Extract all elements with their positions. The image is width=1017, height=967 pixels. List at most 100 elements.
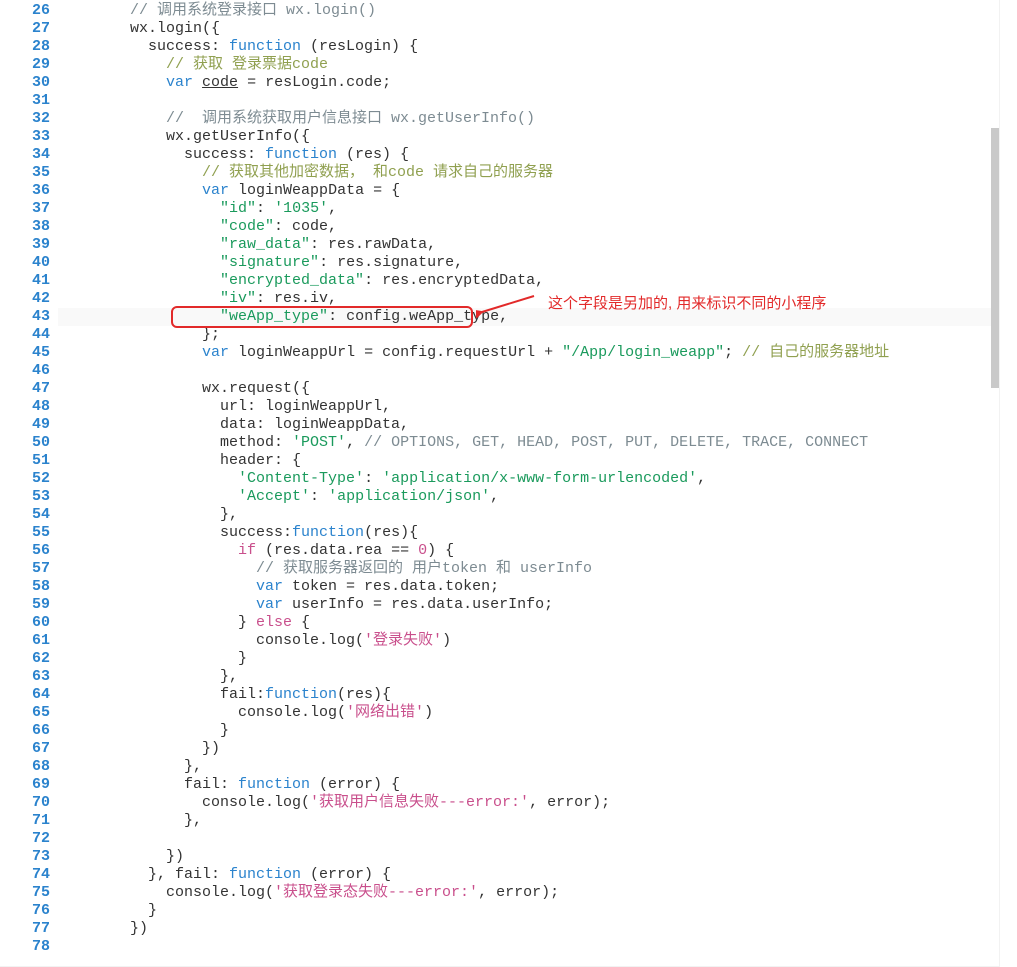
line-number: 68 <box>0 758 58 776</box>
code-line: fail: function (error) { <box>76 776 999 794</box>
code-line: }, <box>76 506 999 524</box>
line-number: 61 <box>0 632 58 650</box>
line-number: 75 <box>0 884 58 902</box>
line-number: 73 <box>0 848 58 866</box>
code-line: "encrypted_data": res.encryptedData, <box>76 272 999 290</box>
line-number: 50 <box>0 434 58 452</box>
line-number: 29 <box>0 56 58 74</box>
code-line: // 获取服务器返回的 用户token 和 userInfo <box>76 560 999 578</box>
line-number: 56 <box>0 542 58 560</box>
line-number: 45 <box>0 344 58 362</box>
line-number: 42 <box>0 290 58 308</box>
code-line: fail:function(res){ <box>76 686 999 704</box>
code-line: success: function (res) { <box>76 146 999 164</box>
code-line: header: { <box>76 452 999 470</box>
annotation-text: 这个字段是另加的, 用来标识不同的小程序 <box>548 292 826 313</box>
line-number: 40 <box>0 254 58 272</box>
code-line: console.log('网络出错') <box>76 704 999 722</box>
line-number: 69 <box>0 776 58 794</box>
line-number: 53 <box>0 488 58 506</box>
code-line: 'Accept': 'application/json', <box>76 488 999 506</box>
line-number: 62 <box>0 650 58 668</box>
code-line: }; <box>76 326 999 344</box>
code-line: }, <box>76 668 999 686</box>
line-number: 63 <box>0 668 58 686</box>
line-number: 27 <box>0 20 58 38</box>
line-number: 36 <box>0 182 58 200</box>
code-line: var userInfo = res.data.userInfo; <box>76 596 999 614</box>
line-number: 60 <box>0 614 58 632</box>
code-line: console.log('获取用户信息失败---error:', error); <box>76 794 999 812</box>
code-line: console.log('获取登录态失败---error:', error); <box>76 884 999 902</box>
line-number: 55 <box>0 524 58 542</box>
line-number: 47 <box>0 380 58 398</box>
code-line <box>76 362 999 380</box>
line-number: 43 <box>0 308 58 326</box>
line-number: 49 <box>0 416 58 434</box>
code-line: data: loginWeappData, <box>76 416 999 434</box>
code-line: method: 'POST', // OPTIONS, GET, HEAD, P… <box>76 434 999 452</box>
line-number: 64 <box>0 686 58 704</box>
line-number: 31 <box>0 92 58 110</box>
line-number: 59 <box>0 596 58 614</box>
line-number: 32 <box>0 110 58 128</box>
code-line: 'Content-Type': 'application/x-www-form-… <box>76 470 999 488</box>
line-number: 71 <box>0 812 58 830</box>
code-line: }, <box>76 812 999 830</box>
line-number: 65 <box>0 704 58 722</box>
code-line: "raw_data": res.rawData, <box>76 236 999 254</box>
code-line: wx.getUserInfo({ <box>76 128 999 146</box>
code-line: wx.login({ <box>76 20 999 38</box>
line-number: 57 <box>0 560 58 578</box>
code-line: "weApp_type": config.weApp_type, <box>76 308 999 326</box>
code-line: "iv": res.iv, <box>76 290 999 308</box>
code-line: var token = res.data.token; <box>76 578 999 596</box>
code-editor: 2627282930313233343536373839404142434445… <box>0 0 1000 967</box>
code-line: // 获取其他加密数据， 和code 请求自己的服务器 <box>76 164 999 182</box>
line-number-gutter: 2627282930313233343536373839404142434445… <box>0 0 58 966</box>
line-number: 58 <box>0 578 58 596</box>
line-number: 28 <box>0 38 58 56</box>
line-number: 48 <box>0 398 58 416</box>
line-number: 72 <box>0 830 58 848</box>
line-number: 35 <box>0 164 58 182</box>
code-line: url: loginWeappUrl, <box>76 398 999 416</box>
code-line: var loginWeappUrl = config.requestUrl + … <box>76 344 999 362</box>
line-number: 34 <box>0 146 58 164</box>
code-line: // 调用系统获取用户信息接口 wx.getUserInfo() <box>76 110 999 128</box>
line-number: 77 <box>0 920 58 938</box>
code-line: }, <box>76 758 999 776</box>
code-line: "id": '1035', <box>76 200 999 218</box>
code-line: console.log('登录失败') <box>76 632 999 650</box>
code-line: }, fail: function (error) { <box>76 866 999 884</box>
code-line: }) <box>76 740 999 758</box>
line-number: 33 <box>0 128 58 146</box>
line-number: 38 <box>0 218 58 236</box>
line-number: 39 <box>0 236 58 254</box>
code-line: // 调用系统登录接口 wx.login() <box>76 2 999 20</box>
line-number: 54 <box>0 506 58 524</box>
code-line: } else { <box>76 614 999 632</box>
line-number: 37 <box>0 200 58 218</box>
line-number: 78 <box>0 938 58 956</box>
code-line: } <box>76 650 999 668</box>
code-line: }) <box>76 920 999 938</box>
line-number: 41 <box>0 272 58 290</box>
line-number: 51 <box>0 452 58 470</box>
code-line: var code = resLogin.code; <box>76 74 999 92</box>
code-line: } <box>76 902 999 920</box>
code-line: }) <box>76 848 999 866</box>
line-number: 26 <box>0 2 58 20</box>
line-number: 70 <box>0 794 58 812</box>
code-area[interactable]: // 调用系统登录接口 wx.login() wx.login({ succes… <box>58 0 999 966</box>
scrollbar-thumb[interactable] <box>991 128 999 388</box>
code-line: var loginWeappData = { <box>76 182 999 200</box>
code-line: } <box>76 722 999 740</box>
line-number: 30 <box>0 74 58 92</box>
line-number: 44 <box>0 326 58 344</box>
code-line: if (res.data.rea == 0) { <box>76 542 999 560</box>
line-number: 67 <box>0 740 58 758</box>
line-number: 46 <box>0 362 58 380</box>
code-line <box>76 92 999 110</box>
code-line: "signature": res.signature, <box>76 254 999 272</box>
